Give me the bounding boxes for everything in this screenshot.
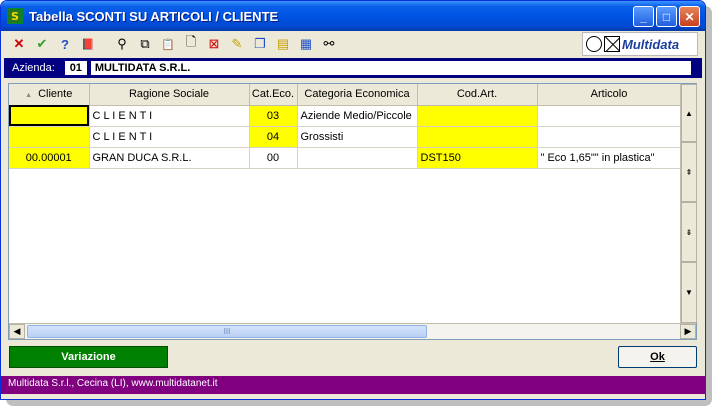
azienda-bar: Azienda: 01 MULTIDATA S.R.L. bbox=[4, 58, 702, 78]
sort-arrow-icon: ▲ bbox=[25, 92, 33, 100]
cell-cliente[interactable] bbox=[9, 126, 90, 148]
azienda-name: MULTIDATA S.R.L. bbox=[90, 61, 691, 75]
logo-circle-icon bbox=[586, 36, 602, 52]
title-bar[interactable]: S Tabella SCONTI SU ARTICOLI / CLIENTE _… bbox=[1, 1, 705, 31]
close-button[interactable]: ✕ bbox=[679, 6, 700, 27]
variazione-button[interactable]: Variazione bbox=[9, 346, 168, 368]
data-grid[interactable]: ▲ Cliente Ragione Sociale Cat.Eco. Catego… bbox=[8, 83, 697, 340]
cell-ragione-sociale[interactable]: C L I E N T I bbox=[89, 126, 250, 148]
dialog-window: S Tabella SCONTI SU ARTICOLI / CLIENTE _… bbox=[0, 0, 706, 400]
app-icon: S bbox=[7, 8, 23, 24]
column-header-categoria-economica[interactable]: Categoria Economica bbox=[297, 84, 418, 106]
scroll-page-up-icon[interactable]: ⇞ bbox=[681, 142, 697, 202]
scroll-page-down-icon[interactable]: ⇟ bbox=[681, 202, 697, 262]
new-page-icon[interactable]: 🗋 bbox=[182, 34, 200, 53]
cell-cliente[interactable] bbox=[9, 105, 90, 127]
cell-cod-art[interactable] bbox=[417, 126, 538, 148]
logo-box-icon bbox=[604, 36, 620, 52]
delete-icon[interactable]: ✕ bbox=[10, 35, 28, 53]
grid-header-row: ▲ Cliente Ragione Sociale Cat.Eco. Catego… bbox=[9, 84, 682, 106]
cell-cat-eco[interactable]: 00 bbox=[249, 147, 298, 169]
ok-button-label: Ok bbox=[650, 351, 665, 363]
copy-icon[interactable]: ⧉ bbox=[136, 35, 154, 53]
paste-icon[interactable]: 📋 bbox=[159, 35, 177, 53]
column-header-articolo[interactable]: Articolo bbox=[537, 84, 682, 106]
multidata-logo: Multidata bbox=[582, 32, 698, 56]
scroll-right-icon[interactable]: ▶ bbox=[680, 324, 696, 339]
logo-text: Multidata bbox=[622, 36, 680, 52]
scroll-down-icon[interactable]: ▼ bbox=[681, 262, 697, 323]
form-icon[interactable]: ▦ bbox=[297, 35, 315, 53]
binoculars-icon[interactable]: ⚲ bbox=[113, 35, 131, 53]
maximize-button[interactable]: □ bbox=[656, 6, 677, 27]
cell-categoria-economica[interactable]: Aziende Medio/Piccole bbox=[297, 105, 418, 127]
cell-categoria-economica[interactable]: Grossisti bbox=[297, 126, 418, 148]
cell-articolo[interactable] bbox=[537, 105, 682, 127]
scroll-left-icon[interactable]: ◀ bbox=[9, 324, 25, 339]
book-icon[interactable]: 📕 bbox=[79, 35, 97, 53]
cell-ragione-sociale[interactable]: C L I E N T I bbox=[89, 105, 250, 127]
horizontal-scrollbar[interactable]: ◀ III ▶ bbox=[9, 323, 696, 339]
cell-cod-art[interactable] bbox=[417, 105, 538, 127]
help-icon[interactable]: ? bbox=[56, 35, 74, 53]
column-header-cliente[interactable]: ▲ Cliente bbox=[9, 84, 90, 106]
delete-row-icon[interactable]: ⊠ bbox=[205, 35, 223, 53]
column-header-cat-eco[interactable]: Cat.Eco. bbox=[249, 84, 298, 106]
column-header-ragione-sociale[interactable]: Ragione Sociale bbox=[89, 84, 250, 106]
table-row[interactable]: 00.00001 GRAN DUCA S.R.L. 00 DST150 " Ec… bbox=[9, 147, 682, 169]
cell-cat-eco[interactable]: 04 bbox=[249, 126, 298, 148]
cell-cat-eco[interactable]: 03 bbox=[249, 105, 298, 127]
status-bar: Multidata S.r.l., Cecina (LI), www.multi… bbox=[1, 376, 705, 394]
cell-cliente[interactable]: 00.00001 bbox=[9, 147, 90, 169]
cell-cod-art[interactable]: DST150 bbox=[417, 147, 538, 169]
column-header-cod-art[interactable]: Cod.Art. bbox=[417, 84, 538, 106]
cell-ragione-sociale[interactable]: GRAN DUCA S.R.L. bbox=[89, 147, 250, 169]
toolbar: ✕ ✔ ? 📕 ⚲ ⧉ 📋 🗋 ⊠ ✎ ❐ ▤ ▦ ⚯ Multidata bbox=[4, 32, 702, 56]
ok-button[interactable]: Ok bbox=[618, 346, 697, 368]
azienda-code: 01 bbox=[64, 61, 87, 75]
window-icon[interactable]: ❐ bbox=[251, 35, 269, 53]
scroll-up-icon[interactable]: ▲ bbox=[681, 84, 697, 142]
table-row[interactable]: C L I E N T I 03 Aziende Medio/Piccole bbox=[9, 105, 682, 127]
table-row[interactable]: C L I E N T I 04 Grossisti bbox=[9, 126, 682, 148]
folder-icon[interactable]: ▤ bbox=[274, 35, 292, 53]
find-icon[interactable]: ⚯ bbox=[320, 35, 338, 53]
azienda-label: Azienda: bbox=[12, 62, 55, 74]
cell-articolo[interactable] bbox=[537, 126, 682, 148]
minimize-button[interactable]: _ bbox=[633, 6, 654, 27]
window-title: Tabella SCONTI SU ARTICOLI / CLIENTE bbox=[29, 8, 279, 24]
edit-icon[interactable]: ✎ bbox=[228, 35, 246, 53]
vertical-scrollbar[interactable]: ▲ ⇞ ⇟ ▼ bbox=[680, 84, 697, 323]
cell-articolo[interactable]: " Eco 1,65"" in plastica" bbox=[537, 147, 682, 169]
horizontal-scroll-thumb[interactable]: III bbox=[27, 325, 427, 338]
cell-categoria-economica[interactable] bbox=[297, 147, 418, 169]
confirm-icon[interactable]: ✔ bbox=[33, 35, 51, 53]
